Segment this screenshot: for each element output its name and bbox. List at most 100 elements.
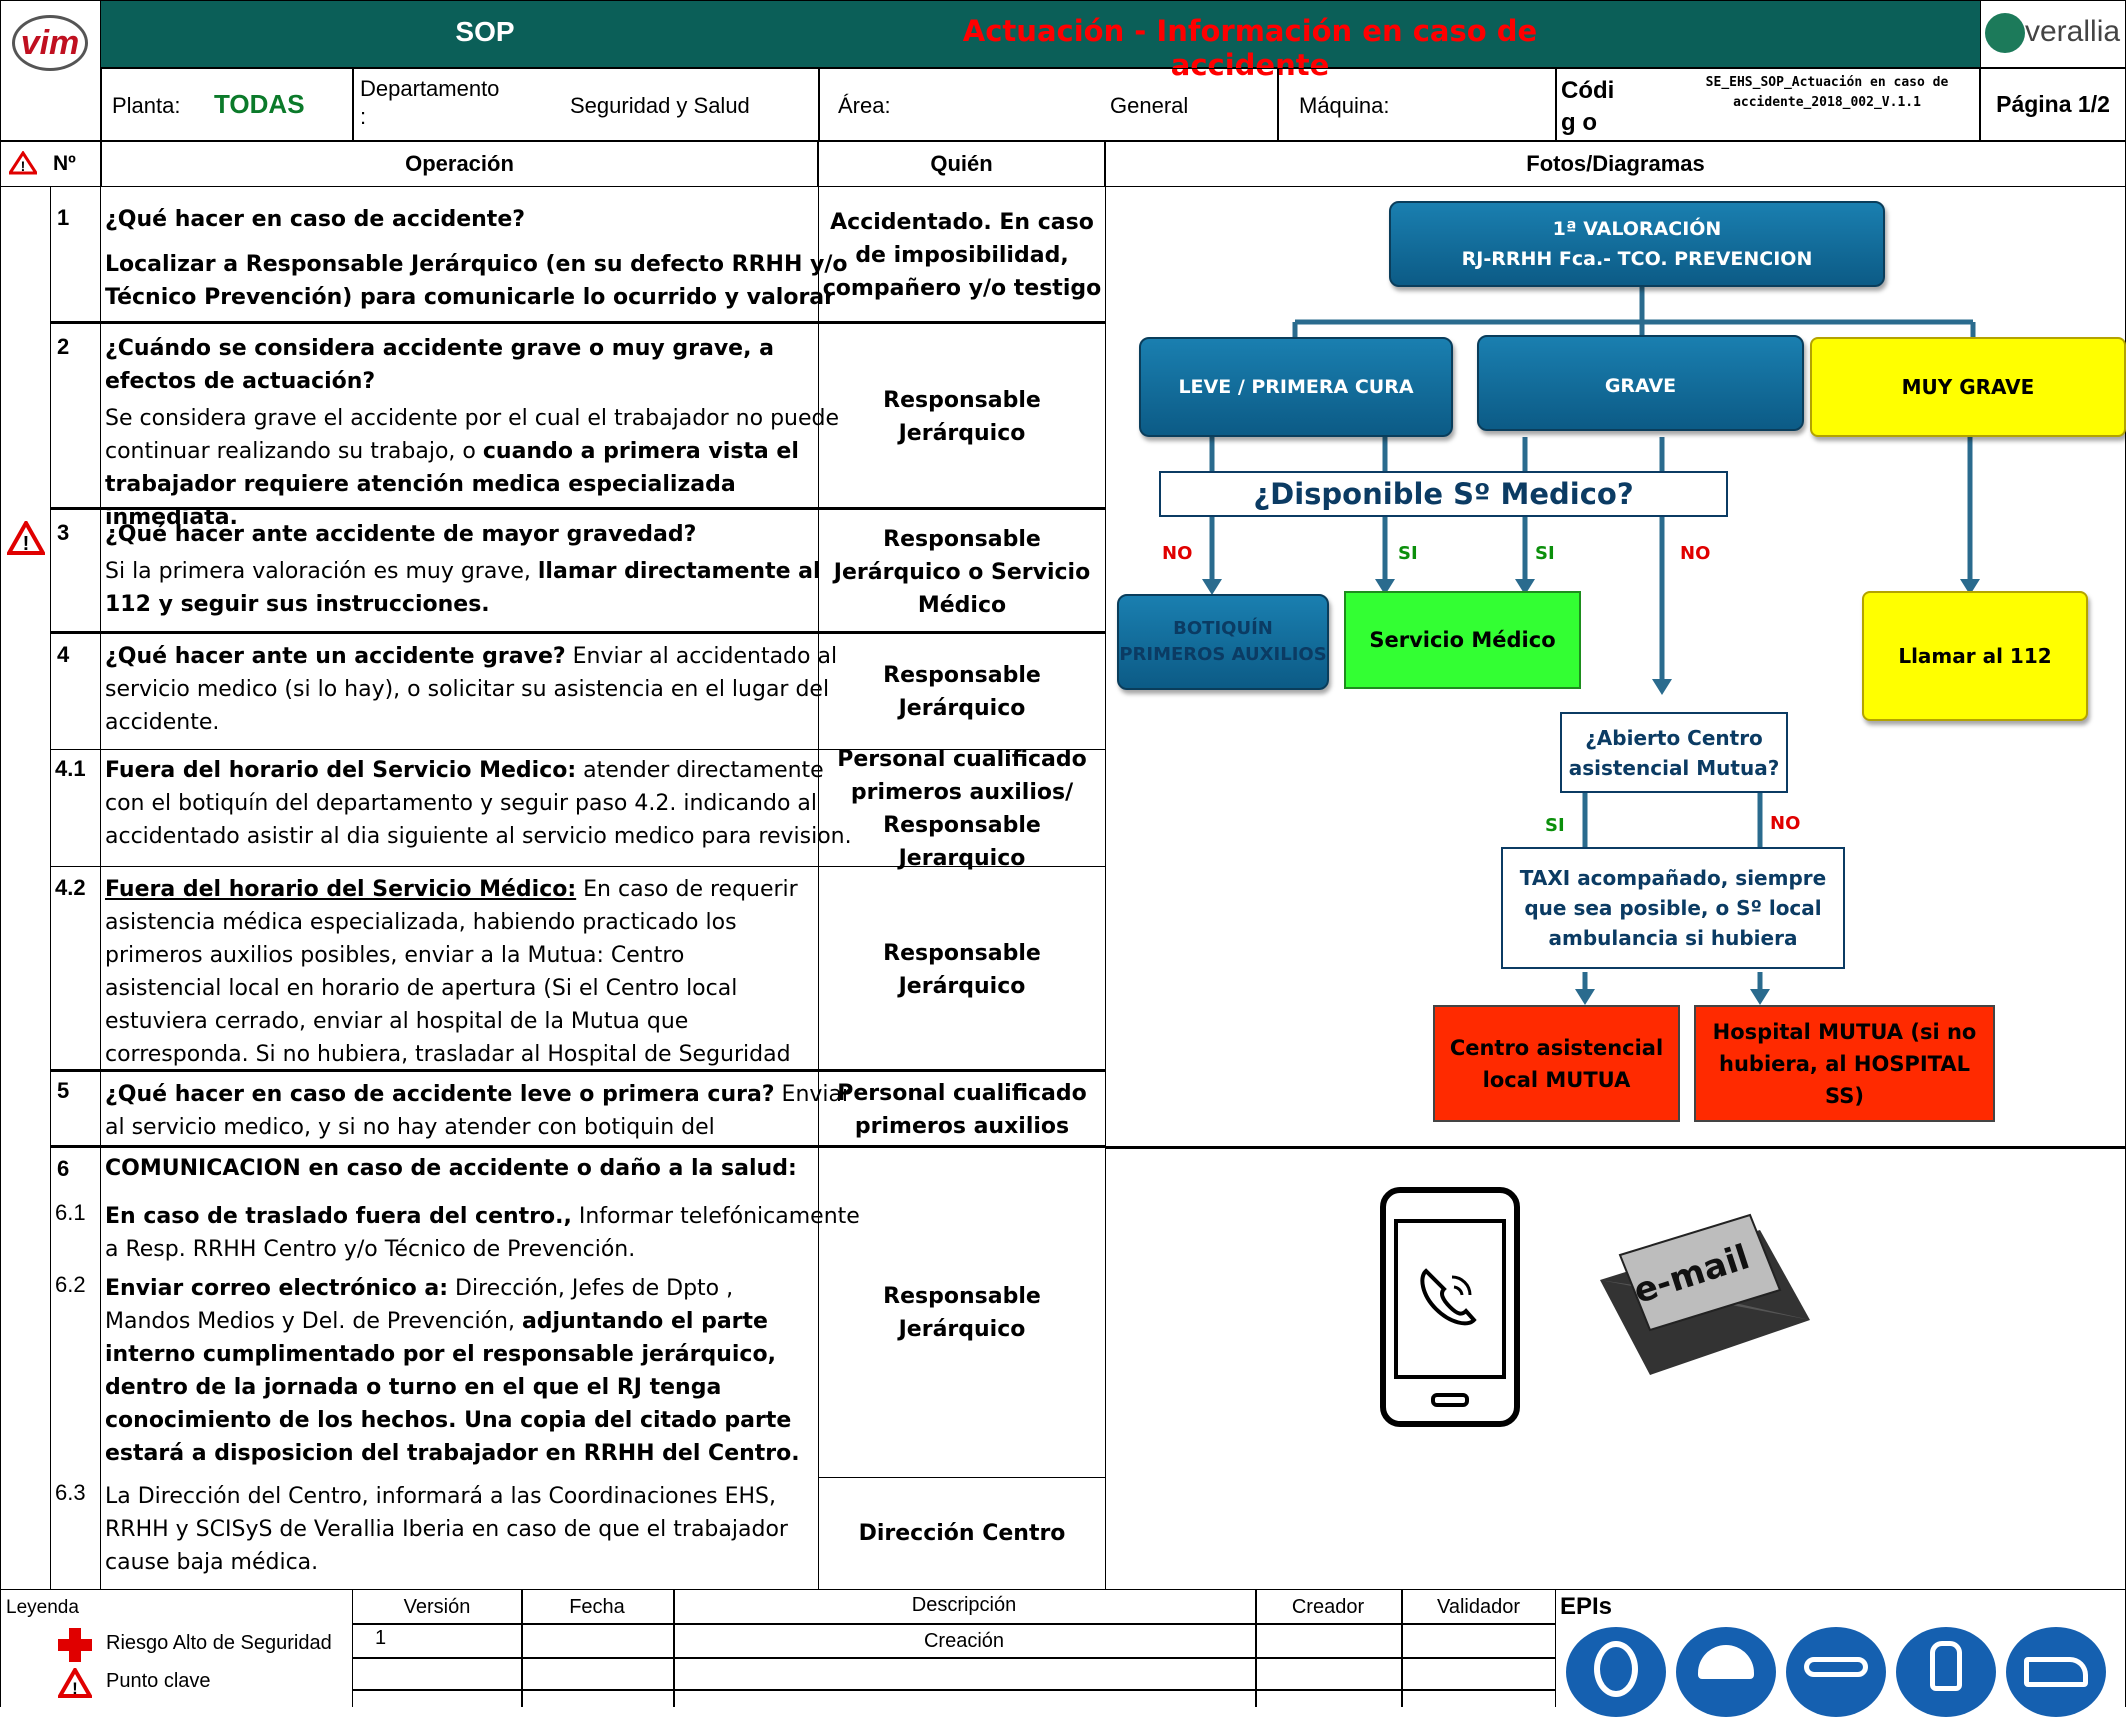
- safety-shoes-icon: [2006, 1627, 2106, 1717]
- who-cell: Responsable Jerárquico o Servicio Médico: [818, 510, 1105, 634]
- row-number: 6.2: [55, 1272, 86, 1297]
- table-row: 4.2 Fuera del horario del Servicio Médic…: [51, 867, 1105, 1072]
- row-number: 6.3: [55, 1480, 86, 1505]
- operation-text: Enviar correo electrónico a: Dirección, …: [105, 1272, 805, 1470]
- vim-logo: vim: [12, 15, 88, 71]
- legend-riesgo: Riesgo Alto de Seguridad: [106, 1632, 332, 1654]
- operation-title: En caso de traslado fuera del centro.,: [105, 1204, 572, 1229]
- operation-body: En caso de requerir asistencia médica es…: [105, 877, 798, 1067]
- pagina-cell: Página 1/2: [1980, 68, 2126, 141]
- operation-text: ¿Qué hacer en caso de accidente leve o p…: [105, 1078, 865, 1144]
- label-si: SI: [1545, 815, 1565, 836]
- llamar-112-box: Llamar al 112: [1862, 591, 2088, 721]
- ear-protection-icon: [1566, 1627, 1666, 1717]
- label-no: NO: [1162, 543, 1193, 564]
- operation-title: Fuera del horario del Servicio Medico:: [105, 758, 577, 783]
- operation-title: ¿Qué hacer ante accidente de mayor grave…: [105, 522, 697, 547]
- gloves-icon: [1896, 1627, 1996, 1717]
- descripcion-value: Creación: [923, 1629, 1005, 1652]
- valoracion-line-1: 1ª VALORACIÓN: [1552, 218, 1722, 240]
- legend-title: Leyenda: [6, 1597, 79, 1618]
- versions-table: Versión Fecha Descripción Creador Valida…: [352, 1589, 1556, 1707]
- who-cell: Responsable Jerárquico: [818, 867, 1105, 1072]
- label-si: SI: [1398, 543, 1418, 564]
- codigo-value: SE_EHS_SOP_Actuación en caso de accident…: [1705, 75, 1949, 110]
- version-value: 1: [375, 1627, 387, 1649]
- row-number: 4.1: [55, 756, 86, 781]
- label-no: NO: [1770, 813, 1801, 834]
- row-number: 6: [57, 1156, 70, 1181]
- maquina-cell: Máquina:: [1278, 68, 1556, 141]
- row-number: 4: [57, 642, 70, 667]
- table-row: 4 ¿Qué hacer ante un accidente grave? En…: [51, 634, 1105, 750]
- table-row: 6 COMUNICACION en caso de accidente o da…: [51, 1148, 1105, 1589]
- row-number: 6.1: [55, 1200, 86, 1225]
- logo-cell: vim: [0, 0, 101, 141]
- svg-text:!: !: [23, 533, 30, 555]
- operation-text: Fuera del horario del Servicio Medico: a…: [105, 754, 865, 864]
- botiquin-box: BOTIQUÍN PRIMEROS AUXILIOS: [1117, 594, 1329, 690]
- risk-column: !: [0, 187, 51, 1589]
- who-cell: Responsable Jerárquico: [818, 634, 1105, 750]
- area-cell: Área: General: [819, 68, 1278, 141]
- col-quien-header: Quién: [818, 141, 1105, 187]
- epis-title: EPIs: [1560, 1593, 1613, 1620]
- table-row: 2 ¿Cuándo se considera accidente grave o…: [51, 324, 1105, 530]
- departamento-value: Seguridad y Salud: [570, 93, 750, 118]
- warning-triangle-icon: !: [7, 150, 39, 180]
- abierto-box: ¿Abierto Centro asistencial Mutua?: [1560, 712, 1788, 793]
- brand-leaf-icon: [1985, 13, 2025, 53]
- centro-local-box: Centro asistencial local MUTUA: [1433, 1005, 1680, 1122]
- warning-triangle-icon: !: [5, 518, 47, 560]
- svg-text:!: !: [21, 158, 26, 174]
- leve-box: LEVE / PRIMERA CURA: [1139, 337, 1453, 437]
- valoracion-line-2: RJ-RRHH Fca.- TCO. PREVENCION: [1461, 248, 1813, 270]
- col-num-header: ! Nº: [0, 141, 101, 187]
- who-cell: Accidentado. En caso de imposibilidad, c…: [818, 187, 1105, 324]
- divider: [1105, 1146, 2126, 1149]
- red-cross-icon: [58, 1628, 92, 1662]
- creador-header: Creador: [1291, 1595, 1365, 1618]
- col-fotos-header: Fotos/Diagramas: [1105, 141, 2126, 187]
- label-si: SI: [1535, 543, 1555, 564]
- operation-title: ¿Qué hacer en caso de accidente leve o p…: [105, 1082, 775, 1107]
- operation-body: Localizar a Responsable Jerárquico (en s…: [105, 252, 848, 310]
- label-no: NO: [1680, 543, 1711, 564]
- taxi-box: TAXI acompañado, siempre que sea posible…: [1501, 847, 1845, 969]
- who-cell: Personal cualificado primeros auxilios: [818, 1072, 1105, 1148]
- operation-title: Fuera del horario del Servicio Médico:: [105, 877, 577, 902]
- hospital-box: Hospital MUTUA (si no hubiera, al HOSPIT…: [1694, 1005, 1995, 1122]
- disponible-box: ¿Disponible Sº Medico?: [1159, 471, 1728, 517]
- email-envelope-icon: e-mail: [1600, 1213, 1810, 1375]
- safety-glasses-icon: [1786, 1627, 1886, 1717]
- servicio-medico-box: Servicio Médico: [1344, 591, 1581, 689]
- logo-text: vim: [20, 23, 80, 62]
- planta-label: Planta:: [112, 93, 181, 118]
- who-cell: Responsable Jerárquico: [818, 324, 1105, 510]
- col-operacion-header: Operación: [101, 141, 818, 187]
- operation-text: En caso de traslado fuera del centro., I…: [105, 1200, 865, 1266]
- area-value: General: [1110, 93, 1189, 118]
- table-row: 4.1 Fuera del horario del Servicio Medic…: [51, 747, 1105, 871]
- operation-text: ¿Cuándo se considera accidente grave o m…: [105, 332, 865, 534]
- brand-logo: verallia: [1980, 0, 2126, 68]
- valoracion-box: 1ª VALORACIÓN RJ-RRHH Fca.- TCO. PREVENC…: [1389, 201, 1885, 287]
- operation-title: ¿Qué hacer ante un accidente grave?: [105, 644, 566, 669]
- grave-box: GRAVE: [1477, 335, 1804, 431]
- who-cell: Responsable Jerárquico: [818, 1148, 1105, 1478]
- operation-title: COMUNICACION en caso de accidente o daño…: [105, 1156, 797, 1181]
- operation-title: ¿Cuándo se considera accidente grave o m…: [105, 336, 774, 394]
- maquina-label: Máquina:: [1299, 93, 1390, 118]
- operation-title: ¿Qué hacer en caso de accidente?: [105, 207, 526, 232]
- row-number: 2: [57, 334, 70, 359]
- planta-cell: Planta: TODAS: [101, 68, 353, 141]
- row-number: 3: [57, 520, 70, 545]
- warning-triangle-icon: !: [56, 1665, 94, 1703]
- brand-name: verallia: [2025, 15, 2121, 48]
- departamento-cell: Departamento : Seguridad y Salud: [353, 68, 819, 141]
- operation-body: La Dirección del Centro, informará a las…: [105, 1484, 788, 1575]
- table-row: 3 ¿Qué hacer ante accidente de mayor gra…: [51, 510, 1105, 634]
- departamento-label: Departamento :: [360, 76, 500, 129]
- helmet-icon: [1676, 1627, 1776, 1717]
- sop-label: SOP: [455, 16, 515, 47]
